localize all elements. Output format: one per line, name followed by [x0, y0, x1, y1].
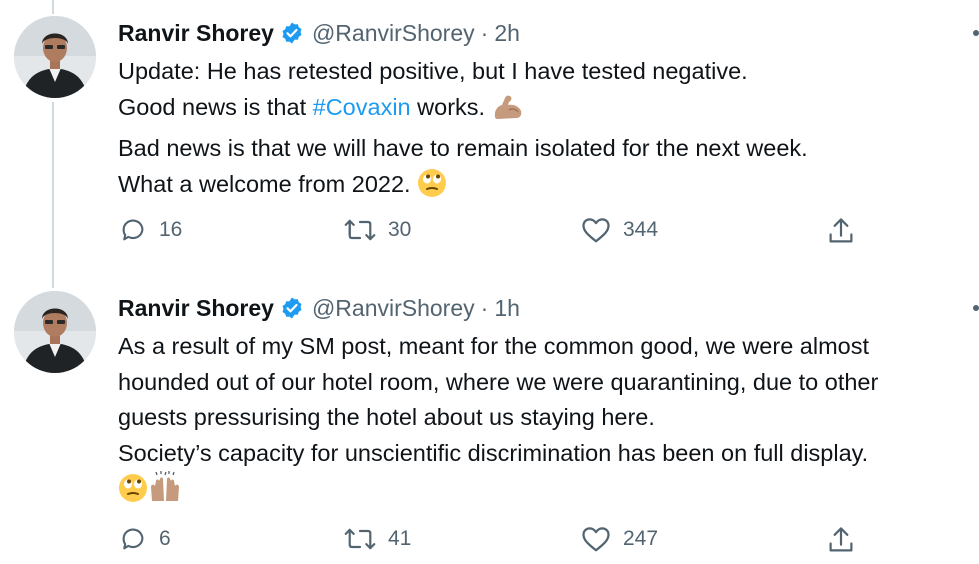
face-with-rolling-eyes-emoji-icon [417, 168, 447, 209]
tweet-line: hounded out of our hotel room, where we … [118, 368, 879, 395]
share-icon [829, 218, 853, 243]
face-with-rolling-eyes-emoji-icon [118, 473, 148, 514]
tweet-header: Ranvir Shorey @RanvirShorey · 1h [118, 291, 520, 325]
tweet-line: guests pressurising the hotel about us s… [118, 404, 655, 430]
tweet-actions: 16 30 344 [0, 216, 979, 250]
timestamp[interactable]: 1h [494, 295, 520, 322]
tweet-header: Ranvir Shorey @RanvirShorey · 2h [118, 16, 520, 50]
retweet-button[interactable]: 41 [344, 525, 411, 553]
share-icon [829, 527, 853, 552]
tweet-line: Society’s capacity for unscientific disc… [118, 439, 869, 466]
text-segment: Good news is that [118, 93, 313, 120]
retweet-button[interactable]: 30 [344, 216, 411, 244]
hashtag-link[interactable]: #Covaxin [313, 94, 411, 120]
share-button[interactable] [827, 525, 855, 555]
retweet-icon [344, 528, 376, 550]
tweet-line: Good news is that #Covaxin works. [118, 90, 808, 132]
display-name[interactable]: Ranvir Shorey [118, 295, 274, 322]
avatar[interactable] [14, 291, 96, 373]
tweet-2[interactable]: Ranvir Shorey @RanvirShorey · 1h As a re… [0, 291, 979, 564]
like-button[interactable]: 344 [581, 216, 658, 244]
tweet-text: As a result of my SM post, meant for the… [118, 329, 878, 514]
user-handle[interactable]: @RanvirShorey [312, 295, 475, 322]
raising-hands-emoji-icon [148, 471, 182, 514]
tweet-line: Update: He has retested positive, but I … [118, 58, 748, 84]
user-handle[interactable]: @RanvirShorey [312, 20, 475, 47]
profile-photo [14, 16, 96, 98]
reply-icon [122, 219, 144, 241]
like-button[interactable]: 247 [581, 525, 658, 553]
tweet-line: As a result of my SM post, meant for the… [118, 333, 870, 359]
flexed-biceps-emoji-icon [492, 93, 524, 132]
verified-badge-icon [280, 296, 304, 320]
thread-line-top [52, 0, 54, 14]
more-options-icon[interactable] [973, 305, 979, 311]
tweet-actions: 6 41 247 [0, 525, 979, 559]
separator-dot: · [480, 294, 489, 321]
like-count: 247 [623, 527, 659, 550]
tweet-line: Bad news is that we will have to remain … [118, 135, 808, 161]
avatar[interactable] [14, 16, 96, 98]
timestamp[interactable]: 2h [494, 20, 520, 47]
retweet-count: 30 [388, 218, 412, 241]
reply-button[interactable]: 16 [119, 216, 182, 244]
display-name[interactable]: Ranvir Shorey [118, 20, 274, 47]
retweet-icon [344, 219, 376, 241]
text-segment: works. [410, 93, 486, 120]
reply-count: 6 [159, 527, 171, 550]
verified-badge-icon [280, 21, 304, 45]
like-count: 344 [623, 218, 659, 241]
retweet-count: 41 [388, 527, 412, 550]
share-button[interactable] [827, 216, 855, 246]
reply-icon [122, 528, 144, 550]
heart-icon [582, 218, 610, 243]
tweet-line [118, 471, 878, 514]
profile-photo [14, 291, 96, 373]
reply-count: 16 [159, 218, 183, 241]
more-options-icon[interactable] [973, 30, 979, 36]
tweet-text: Update: He has retested positive, but I … [118, 54, 808, 208]
tweet-line: What a welcome from 2022. [118, 167, 808, 209]
tweet-1[interactable]: Ranvir Shorey @RanvirShorey · 2h Update:… [0, 16, 979, 266]
reply-button[interactable]: 6 [119, 525, 171, 553]
separator-dot: · [480, 19, 489, 46]
text-segment: What a welcome from 2022. [118, 170, 411, 197]
heart-icon [582, 527, 610, 552]
